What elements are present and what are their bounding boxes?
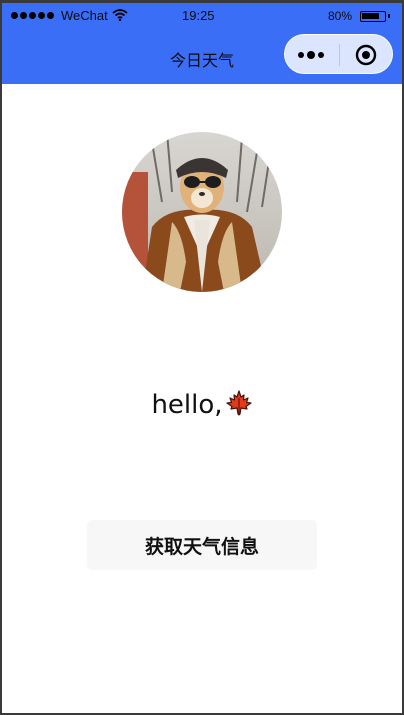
battery-level [362,13,379,19]
battery-icon [360,11,390,22]
wifi-icon [112,9,128,25]
more-dots-icon[interactable] [298,48,328,62]
battery-percentage: 80% [328,9,353,23]
maple-leaf-icon [225,389,253,424]
avatar-image [122,132,282,292]
signal-strength-icon [11,12,54,19]
get-weather-button[interactable]: 获取天气信息 [87,520,317,570]
greeting-text: hello, [2,389,402,424]
navigation-bar: WeChat 19:25 80% 今日天气 [2,3,402,84]
target-circle-icon[interactable] [355,44,377,66]
capsule-divider [339,44,340,66]
carrier-name: WeChat [61,8,108,23]
user-avatar [122,132,282,292]
greeting-label: hello, [151,390,223,420]
clock-time: 19:25 [182,8,215,23]
mini-program-capsule [284,34,393,74]
status-bar: WeChat 19:25 80% [2,3,402,25]
phone-screen: WeChat 19:25 80% 今日天气 hello, 获取天气信息 [2,3,402,713]
